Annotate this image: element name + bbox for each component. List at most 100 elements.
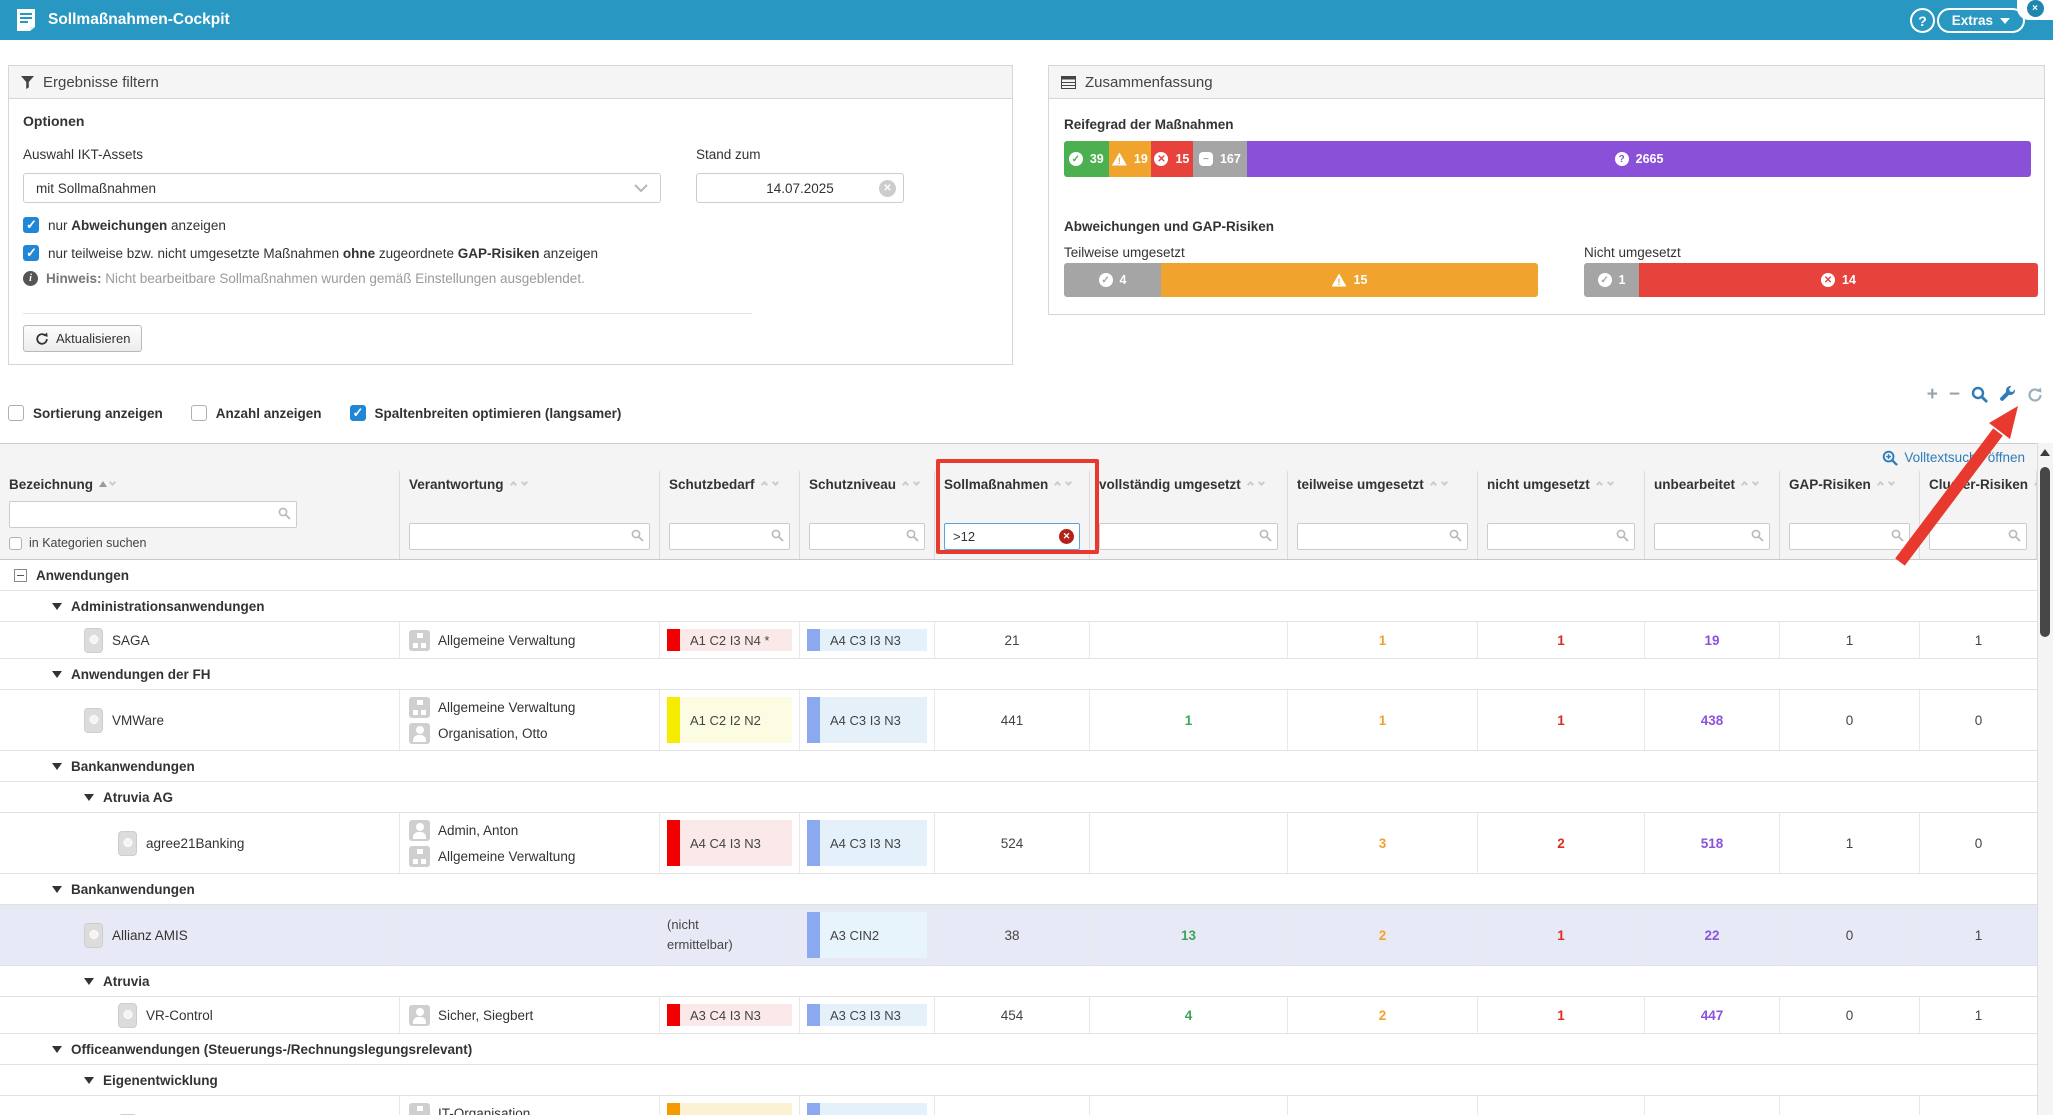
refresh-icon[interactable] (2027, 387, 2043, 403)
sort-desc-icon[interactable] (1607, 481, 1616, 488)
sort-asc-icon[interactable] (902, 481, 911, 488)
expand-triangle-icon[interactable] (52, 886, 62, 893)
zoom-out-icon[interactable]: − (1949, 388, 1960, 402)
sort-desc-icon[interactable] (1258, 481, 1267, 488)
table-option-checkbox-0[interactable]: Sortierung anzeigen (8, 405, 163, 421)
filter-field-teil[interactable] (1297, 523, 1468, 550)
table-option-checkbox-1[interactable]: Anzahl anzeigen (191, 405, 322, 421)
filter-field-name[interactable] (9, 501, 297, 528)
group-row[interactable]: Bankanwendungen (0, 874, 2037, 905)
expand-triangle-icon[interactable] (84, 794, 94, 801)
filter-checkbox-1[interactable]: nur teilweise bzw. nicht umgesetzte Maßn… (23, 245, 598, 261)
filter-checkbox-1-box[interactable] (23, 245, 39, 261)
help-button[interactable]: ? (1910, 8, 1935, 33)
table-row[interactable]: Kreditrisikobericht (Excel)IT-Organisati… (0, 1096, 2037, 1115)
expand-triangle-icon[interactable] (52, 671, 62, 678)
sort-asc-icon[interactable] (1247, 481, 1256, 488)
sort-desc-icon[interactable] (913, 481, 922, 488)
sort-icons[interactable] (99, 481, 118, 488)
sort-asc-icon[interactable] (761, 481, 770, 488)
table-option-checkbox-2-box[interactable] (350, 405, 366, 421)
group-row[interactable]: Anwendungen der FH (0, 659, 2037, 690)
ikt-assets-select[interactable]: mit Sollmaßnahmen (23, 173, 661, 203)
date-input[interactable]: 14.07.2025 ✕ (696, 173, 904, 203)
table-row[interactable]: agree21BankingAdmin, AntonAllgemeine Ver… (0, 813, 2037, 874)
scrollbar-thumb[interactable] (2040, 467, 2050, 637)
sort-icons[interactable] (1741, 481, 1761, 488)
clear-filter-icon[interactable]: ✕ (1059, 529, 1074, 544)
column-label-bedarf[interactable]: Schutzbedarf (669, 471, 790, 497)
sort-asc-icon[interactable] (1596, 481, 1605, 488)
column-label-voll[interactable]: vollständig umgesetzt (1099, 471, 1278, 497)
filter-checkbox-0[interactable]: nur Abweichungen anzeigen (23, 217, 598, 233)
sort-asc-icon[interactable] (510, 481, 519, 488)
table-row[interactable]: VMWareAllgemeine VerwaltungOrganisation,… (0, 690, 2037, 751)
sort-asc-icon[interactable] (1877, 481, 1886, 488)
category-search-box[interactable] (9, 537, 22, 550)
table-option-checkbox-2[interactable]: Spaltenbreiten optimieren (langsamer) (350, 405, 622, 421)
sort-desc-icon[interactable] (1752, 481, 1761, 488)
sort-icons[interactable] (1877, 481, 1897, 488)
column-label-niveau[interactable]: Schutzniveau (809, 471, 925, 497)
expand-triangle-icon[interactable] (52, 1046, 62, 1053)
sort-icons[interactable] (1430, 481, 1450, 488)
sort-desc-icon[interactable] (521, 481, 530, 488)
vertical-scrollbar[interactable] (2037, 443, 2053, 1115)
sort-desc-icon[interactable] (1065, 481, 1074, 488)
category-search-checkbox[interactable]: in Kategorien suchen (9, 536, 390, 550)
zoom-in-icon[interactable]: + (1927, 388, 1938, 402)
wrench-icon[interactable] (1999, 386, 2016, 403)
group-row[interactable]: Atruvia (0, 966, 2037, 997)
filter-field-nicht[interactable] (1487, 523, 1635, 550)
group-row[interactable]: Officeanwendungen (Steuerungs-/Rechnungs… (0, 1034, 2037, 1065)
filter-field-voll[interactable] (1099, 523, 1278, 550)
expand-triangle-icon[interactable] (84, 978, 94, 985)
collapse-icon[interactable] (14, 569, 27, 582)
sort-asc-icon[interactable] (1741, 481, 1750, 488)
filter-input-resp (409, 523, 650, 550)
expand-triangle-icon[interactable] (52, 603, 62, 610)
clear-date-icon[interactable]: ✕ (879, 180, 896, 197)
sort-icons[interactable] (1054, 481, 1074, 488)
sort-asc-icon[interactable] (1430, 481, 1439, 488)
search-icon[interactable] (1971, 386, 1988, 403)
column-label-resp[interactable]: Verantwortung (409, 471, 650, 497)
filter-checkbox-0-box[interactable] (23, 217, 39, 233)
sort-desc-icon[interactable] (1441, 481, 1450, 488)
expand-triangle-icon[interactable] (52, 763, 62, 770)
fulltext-search-link[interactable]: Volltextsuche öffnen (0, 444, 2037, 471)
sort-icons[interactable] (510, 481, 530, 488)
column-label-gap[interactable]: GAP-Risiken (1789, 471, 1910, 497)
table-option-checkbox-0-box[interactable] (8, 405, 24, 421)
sort-asc-icon[interactable] (1054, 481, 1063, 488)
group-row[interactable]: Anwendungen (0, 560, 2037, 591)
group-row[interactable]: Eigenentwicklung (0, 1065, 2037, 1096)
column-label-teil[interactable]: teilweise umgesetzt (1297, 471, 1468, 497)
sort-desc-icon[interactable] (1888, 481, 1897, 488)
column-label-nicht[interactable]: nicht umgesetzt (1487, 471, 1635, 497)
group-row[interactable]: Bankanwendungen (0, 751, 2037, 782)
group-row[interactable]: Administrationsanwendungen (0, 591, 2037, 622)
scroll-up-icon[interactable] (2040, 449, 2050, 456)
sort-desc-icon[interactable] (772, 481, 781, 488)
extras-button[interactable]: Extras (1937, 8, 2025, 33)
sort-icons[interactable] (761, 481, 781, 488)
refresh-results-button[interactable]: Aktualisieren (23, 325, 142, 352)
table-option-checkbox-1-box[interactable] (191, 405, 207, 421)
column-label-cluster[interactable]: Cluster-Risiken (1929, 471, 2027, 497)
filter-field-resp[interactable] (409, 523, 650, 550)
column-label-soll[interactable]: Sollmaßnahmen (944, 471, 1080, 497)
column-label-unbearb[interactable]: unbearbeitet (1654, 471, 1770, 497)
table-row[interactable]: SAGAAllgemeine VerwaltungA1 C2 I3 N4 *A4… (0, 622, 2037, 659)
group-row[interactable]: Atruvia AG (0, 782, 2037, 813)
close-icon[interactable]: × (2027, 0, 2044, 17)
expand-triangle-icon[interactable] (84, 1077, 94, 1084)
table-row[interactable]: VR-ControlSicher, SiegbertA3 C4 I3 N3A3 … (0, 997, 2037, 1034)
table-row[interactable]: Allianz AMIS(nicht ermittelbar)A3 CIN238… (0, 905, 2037, 966)
sort-desc-icon[interactable] (109, 481, 118, 488)
sort-icons[interactable] (902, 481, 922, 488)
sort-asc-icon[interactable] (99, 481, 107, 487)
column-label-name[interactable]: Bezeichnung (9, 471, 390, 497)
sort-icons[interactable] (1247, 481, 1267, 488)
sort-icons[interactable] (1596, 481, 1616, 488)
